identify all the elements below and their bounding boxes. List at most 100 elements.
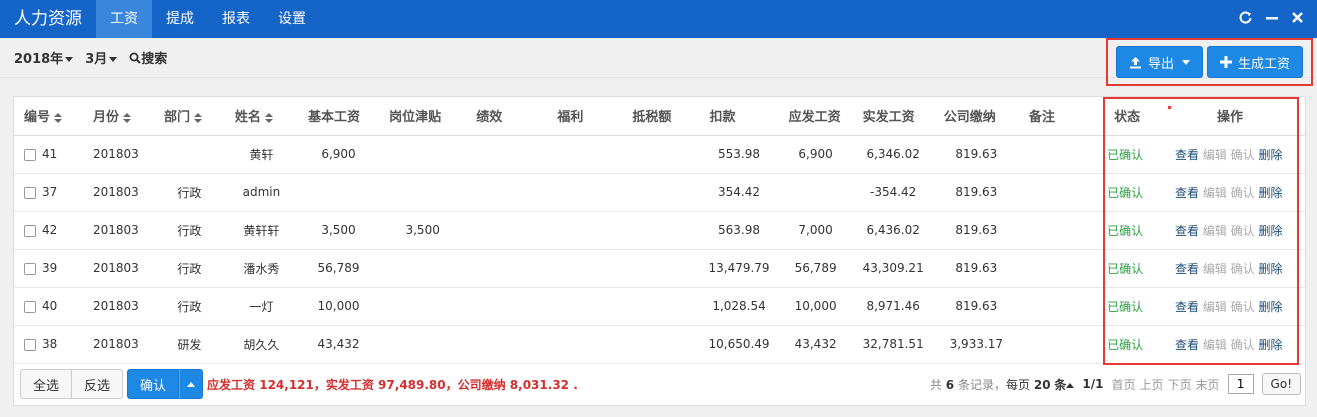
delete-link[interactable]: 删除 [1259, 186, 1283, 200]
row-checkbox[interactable] [24, 224, 36, 237]
cell-payable: 10,000 [778, 287, 853, 326]
sort-icon [122, 112, 131, 123]
year-dropdown[interactable]: 2018年 [14, 48, 74, 67]
search-button[interactable]: 搜索 [129, 48, 167, 67]
nav-tab-commission[interactable]: 提成 [152, 0, 208, 38]
delete-link[interactable]: 删除 [1259, 338, 1283, 352]
confirm-dropdown-toggle[interactable] [179, 369, 204, 399]
row-checkbox[interactable] [24, 300, 36, 313]
cell-id: 39 [14, 249, 83, 288]
table-header-row: 编号 月份 部门 姓名 基本工资 岗位津贴 绩效 福利 抵税额 扣款 应发工资 … [14, 97, 1305, 136]
chevron-down-icon [65, 57, 74, 62]
cell-company: 819.63 [933, 211, 1019, 250]
cell-dept: 行政 [153, 249, 225, 288]
col-header-month[interactable]: 月份 [82, 97, 154, 136]
prev-page-link[interactable]: 上页 [1140, 376, 1164, 393]
row-checkbox[interactable] [24, 338, 36, 351]
pagination: 共 6 条记录，每页 20 条 1/1 首页 上页 下页 末页 Go! [930, 373, 1305, 395]
cell-perf [466, 249, 548, 288]
col-header-id[interactable]: 编号 [14, 97, 83, 136]
cell-payable: 56,789 [778, 249, 853, 288]
nav-tab-settings[interactable]: 设置 [264, 0, 320, 38]
table-row[interactable]: 42 201803 行政 黄轩轩 3,500 3,500 563.98 7,000 6,436.… [14, 211, 1305, 250]
cell-perf [466, 287, 548, 326]
cell-note [1018, 211, 1103, 250]
view-link[interactable]: 查看 [1175, 262, 1199, 276]
select-all-button[interactable]: 全选 [20, 369, 73, 399]
status-badge: 已确认 [1102, 287, 1167, 326]
view-link[interactable]: 查看 [1175, 148, 1199, 162]
cell-deduct: 10,650.49 [699, 325, 779, 364]
cell-dept [153, 135, 225, 174]
edit-link: 编辑 [1202, 299, 1227, 314]
view-link[interactable]: 查看 [1175, 186, 1199, 200]
table-row[interactable]: 40 201803 行政 一灯 10,000 1,028.54 10,000 8,971.46… [14, 287, 1305, 326]
row-actions: 查看 编辑 确认 删除 [1166, 287, 1305, 326]
cell-deduct: 563.98 [699, 211, 779, 250]
cell-name: admin [224, 173, 298, 212]
month-dropdown[interactable]: 3月 [85, 48, 118, 67]
cell-payable [778, 173, 853, 212]
first-page-link[interactable]: 首页 [1111, 376, 1135, 393]
confirm-button[interactable]: 确认 [127, 369, 180, 399]
cell-note [1018, 173, 1103, 212]
salary-summary: 应发工资 124,121，实发工资 97,489.80，公司缴纳 8,031.3… [207, 377, 578, 392]
chevron-down-icon [109, 57, 118, 62]
per-page-value: 20 [1033, 377, 1051, 392]
close-icon[interactable] [1292, 11, 1303, 28]
month-label: 3月 [85, 52, 108, 67]
delete-link[interactable]: 删除 [1259, 262, 1283, 276]
cell-allowance [379, 249, 467, 288]
generate-salary-button[interactable]: 生成工资 [1206, 46, 1303, 78]
cell-welfare [547, 211, 623, 250]
delete-link[interactable]: 删除 [1259, 148, 1283, 162]
status-badge: 已确认 [1102, 249, 1167, 288]
page-number-input[interactable] [1227, 374, 1254, 394]
export-button[interactable]: 导出 [1115, 46, 1203, 78]
cell-month: 201803 [82, 211, 154, 250]
cell-welfare [547, 287, 623, 326]
delete-link[interactable]: 删除 [1259, 300, 1283, 314]
col-header-dept[interactable]: 部门 [153, 97, 225, 136]
next-page-link[interactable]: 下页 [1168, 376, 1192, 393]
window-controls [1239, 11, 1317, 28]
go-button[interactable]: Go! [1261, 373, 1301, 395]
chevron-up-icon [187, 381, 196, 387]
view-link[interactable]: 查看 [1175, 224, 1199, 238]
table-row[interactable]: 39 201803 行政 潘水秀 56,789 13,479.79 56,789 43,309… [14, 249, 1305, 288]
table-footer: 全选 反选 确认 应发工资 124,121，实发工资 97,489.80，公司缴… [14, 363, 1305, 405]
cell-perf [466, 135, 548, 174]
cell-welfare [547, 325, 623, 364]
col-header-tax-deduction: 抵税额 [622, 97, 700, 136]
sort-icon [193, 112, 202, 123]
salary-table-panel: 编号 月份 部门 姓名 基本工资 岗位津贴 绩效 福利 抵税额 扣款 应发工资 … [13, 96, 1306, 406]
cell-net: -354.42 [852, 173, 934, 212]
nav-tab-salary[interactable]: 工资 [96, 0, 152, 38]
cell-allowance [379, 173, 467, 212]
cell-welfare [547, 249, 623, 288]
view-link[interactable]: 查看 [1175, 300, 1199, 314]
table-row[interactable]: 37 201803 行政 admin 354.42 -354.42 819.63 已确认 查看… [14, 173, 1305, 212]
per-page-dropdown-icon[interactable] [1066, 382, 1075, 388]
cell-deduct: 354.42 [699, 173, 779, 212]
col-header-name[interactable]: 姓名 [224, 97, 298, 136]
cell-base [297, 173, 380, 212]
refresh-icon[interactable] [1239, 11, 1252, 28]
row-actions: 查看 编辑 确认 删除 [1166, 173, 1305, 212]
cell-note [1018, 325, 1103, 364]
view-link[interactable]: 查看 [1175, 338, 1199, 352]
last-page-link[interactable]: 末页 [1196, 376, 1220, 393]
cell-tax [622, 211, 700, 250]
nav-tab-report[interactable]: 报表 [208, 0, 264, 38]
table-row[interactable]: 41 201803 黄轩 6,900 553.98 6,900 6,346.02 819.63… [14, 135, 1305, 174]
row-checkbox[interactable] [24, 186, 36, 199]
invert-selection-button[interactable]: 反选 [72, 369, 124, 399]
table-row[interactable]: 38 201803 研发 胡久久 43,432 10,650.49 43,432 32,781… [14, 325, 1305, 364]
col-header-actions: 操作 [1166, 97, 1305, 136]
confirm-link: 确认 [1230, 223, 1255, 238]
delete-link[interactable]: 删除 [1259, 224, 1283, 238]
row-checkbox[interactable] [24, 262, 36, 275]
minimize-icon[interactable] [1266, 11, 1278, 28]
row-checkbox[interactable] [24, 148, 36, 161]
cell-tax [622, 325, 700, 364]
